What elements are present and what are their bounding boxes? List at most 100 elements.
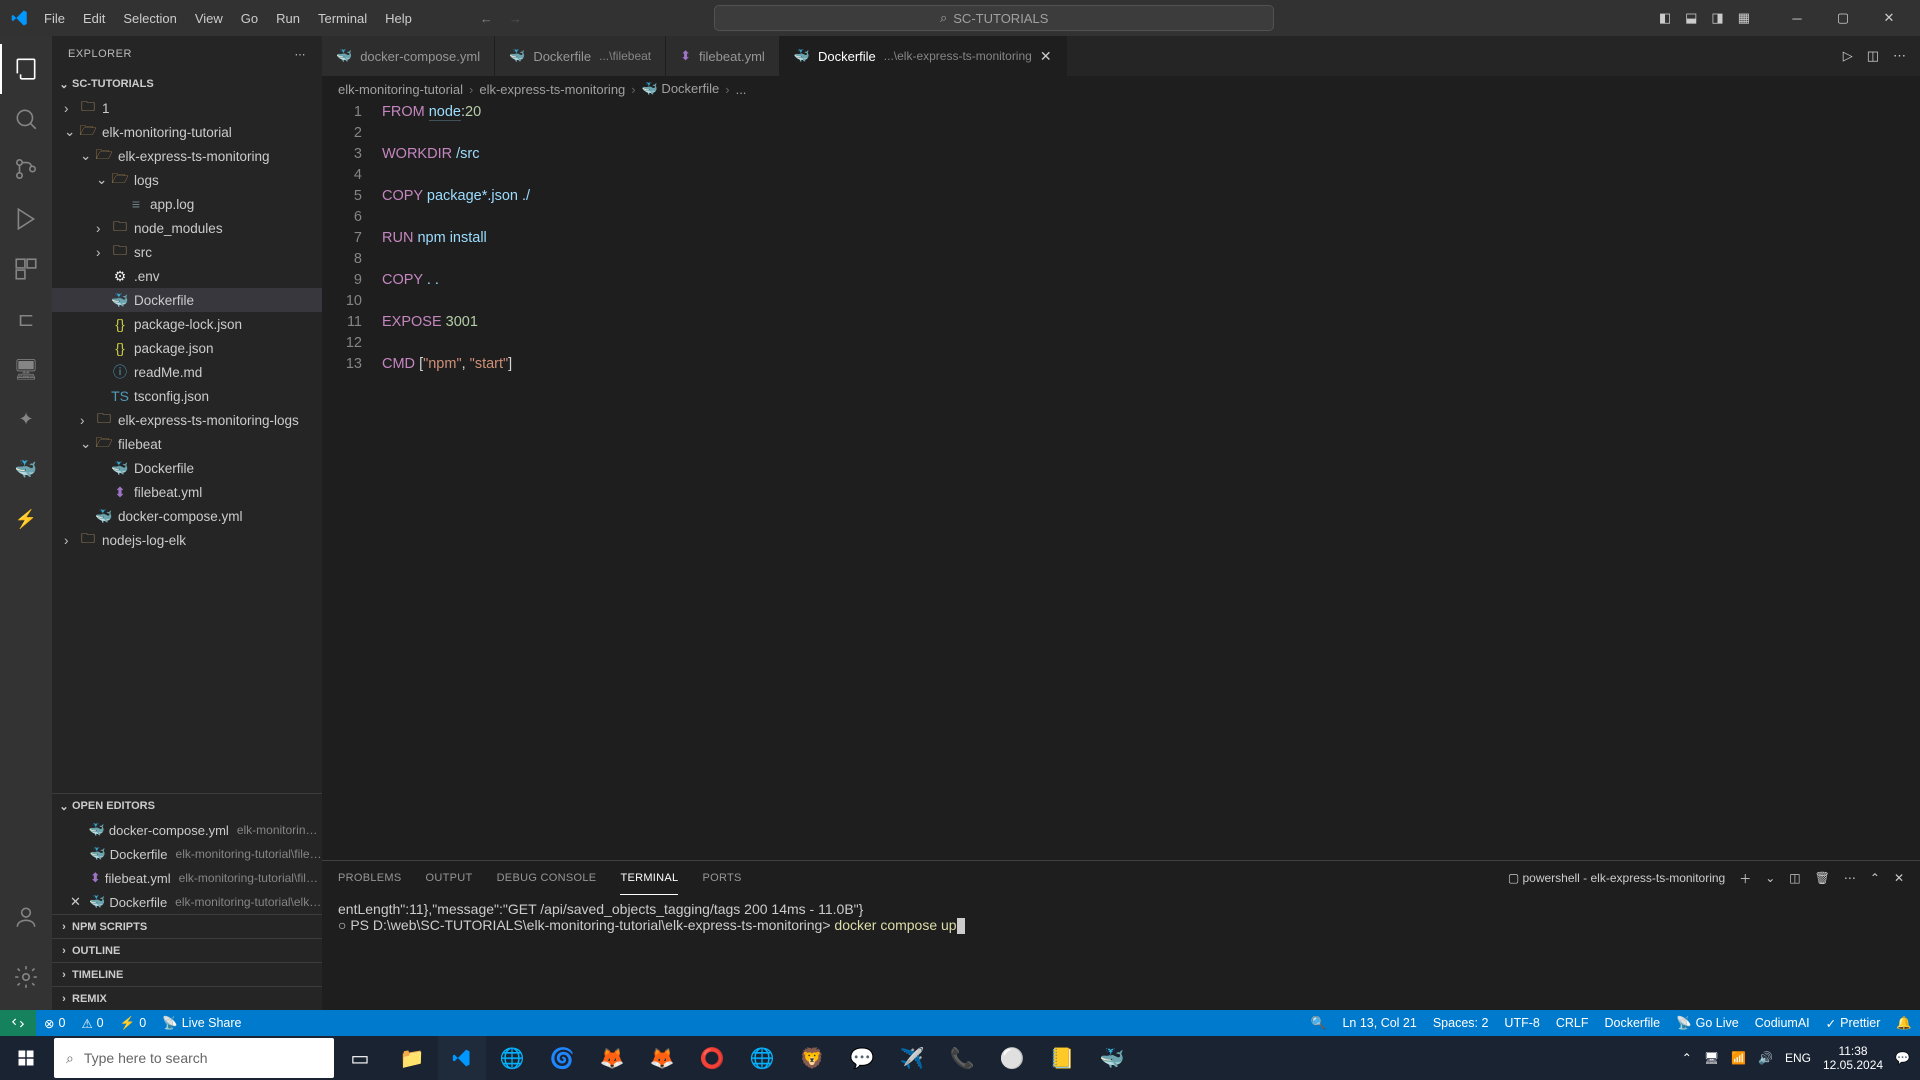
tray-wifi-icon[interactable]: 📶 [1731, 1051, 1746, 1065]
editor-tab[interactable]: ⬍filebeat.yml [666, 36, 780, 76]
status-item[interactable]: Dockerfile [1597, 1010, 1669, 1036]
opera-icon[interactable]: ⭕ [688, 1036, 736, 1080]
split-icon[interactable]: ◫ [1867, 48, 1879, 64]
chrome-icon[interactable]: 🌐 [488, 1036, 536, 1080]
start-button[interactable] [0, 1036, 52, 1080]
status-item[interactable]: CRLF [1548, 1010, 1597, 1036]
activity-docker-icon[interactable]: 🐳 [0, 444, 52, 494]
tree-item[interactable]: ≡app.log [52, 192, 322, 216]
tree-item[interactable]: ›🗀nodejs-log-elk [52, 528, 322, 552]
open-editor-item[interactable]: ✕🐳Dockerfileelk-monitoring-tutorial\elk-… [52, 890, 322, 914]
tray-volume-icon[interactable]: 🔊 [1758, 1051, 1773, 1065]
file-explorer-icon[interactable]: 📁 [388, 1036, 436, 1080]
tree-item[interactable]: 🐳docker-compose.yml [52, 504, 322, 528]
close-icon[interactable]: ✕ [1040, 48, 1052, 65]
tree-item[interactable]: ⌄🗁filebeat [52, 432, 322, 456]
tree-item[interactable]: ⌄🗁logs [52, 168, 322, 192]
edge-icon[interactable]: 🌀 [538, 1036, 586, 1080]
status-item[interactable]: CodiumAI [1747, 1010, 1818, 1036]
activity-sparkle-icon[interactable]: ✦ [0, 394, 52, 444]
tree-item[interactable]: ⚙.env [52, 264, 322, 288]
status-item[interactable]: Ln 13, Col 21 [1334, 1010, 1424, 1036]
tree-item[interactable]: ›🗀node_modules [52, 216, 322, 240]
brave-icon[interactable]: 🦁 [788, 1036, 836, 1080]
activity-settings[interactable] [0, 952, 52, 1002]
notifications-icon[interactable]: 💬 [1895, 1051, 1910, 1065]
menu-item-selection[interactable]: Selection [115, 7, 184, 30]
task-view-icon[interactable]: ▭ [336, 1036, 384, 1080]
status-item[interactable]: Spaces: 2 [1425, 1010, 1497, 1036]
command-center[interactable]: ⌕ SC-TUTORIALS [714, 5, 1274, 31]
vscode-taskbar-icon[interactable] [438, 1036, 486, 1080]
tree-item[interactable]: {}package.json [52, 336, 322, 360]
layout-customize-icon[interactable]: ▦ [1738, 10, 1750, 26]
status-item[interactable]: ⚡0 [112, 1010, 155, 1036]
status-item[interactable]: 📡Go Live [1668, 1010, 1747, 1036]
new-terminal-icon[interactable]: ＋ [1739, 870, 1751, 887]
panel-tab-output[interactable]: OUTPUT [426, 861, 473, 895]
kill-terminal-icon[interactable]: 🗑 [1815, 871, 1830, 885]
tree-item[interactable]: ›🗀src [52, 240, 322, 264]
close-button[interactable]: ✕ [1866, 0, 1912, 36]
open-editor-item[interactable]: ⬍filebeat.ymlelk-monitoring-tutorial\fil… [52, 866, 322, 890]
breadcrumb-item[interactable]: ... [736, 82, 747, 97]
telegram-icon[interactable]: ✈️ [888, 1036, 936, 1080]
tray-chevron-icon[interactable]: ⌃ [1682, 1051, 1692, 1065]
tree-item[interactable]: ⓘreadMe.md [52, 360, 322, 384]
menu-item-go[interactable]: Go [233, 7, 266, 30]
section-npm-scripts[interactable]: ›NPM SCRIPTS [52, 914, 322, 938]
menu-item-help[interactable]: Help [377, 7, 420, 30]
status-item[interactable]: UTF-8 [1496, 1010, 1547, 1036]
tree-item[interactable]: ›🗀1 [52, 96, 322, 120]
taskbar-clock[interactable]: 11:38 12.05.2024 [1823, 1044, 1883, 1073]
more-icon[interactable]: ⋯ [1893, 48, 1906, 64]
section-remix[interactable]: ›REMIX [52, 986, 322, 1010]
activity-remote-icon[interactable]: 🖥 [0, 344, 52, 394]
activity-explorer[interactable] [0, 44, 52, 94]
tray-monitor-icon[interactable]: 🖥 [1704, 1051, 1719, 1065]
status-item[interactable]: ⚠0 [73, 1010, 111, 1036]
run-icon[interactable]: ▷ [1843, 48, 1853, 64]
section-outline[interactable]: ›OUTLINE [52, 938, 322, 962]
layout-left-icon[interactable]: ◧ [1659, 10, 1671, 26]
nav-back-icon[interactable]: ← [480, 11, 493, 26]
terminal-body[interactable]: entLength":11},"message":"GET /api/saved… [322, 895, 1920, 1010]
tree-item[interactable]: ›🗀elk-express-ts-monitoring-logs [52, 408, 322, 432]
remote-indicator[interactable] [0, 1010, 36, 1036]
layout-right-icon[interactable]: ◨ [1711, 10, 1723, 26]
panel-tab-debug-console[interactable]: DEBUG CONSOLE [497, 861, 597, 895]
minimize-button[interactable]: ─ [1774, 0, 1820, 36]
docker-desktop-icon[interactable]: 🐳 [1088, 1036, 1136, 1080]
tree-item[interactable]: 🐳Dockerfile [52, 456, 322, 480]
panel-tab-problems[interactable]: PROBLEMS [338, 861, 402, 895]
nav-forward-icon[interactable]: → [509, 11, 522, 26]
breadcrumb-item[interactable]: elk-monitoring-tutorial [338, 82, 463, 97]
status-item[interactable]: ✓Prettier [1818, 1010, 1889, 1036]
taskbar-search[interactable]: ⌕ Type here to search [54, 1038, 334, 1078]
notes-icon[interactable]: 📒 [1038, 1036, 1086, 1080]
status-item[interactable]: ⊗0 [36, 1010, 73, 1036]
terminal-selector[interactable]: ▢ powershell - elk-express-ts-monitoring [1508, 871, 1725, 885]
breadcrumb-item[interactable]: 🐳 Dockerfile [642, 81, 720, 97]
editor-tab[interactable]: 🐳Dockerfile...\elk-express-ts-monitoring… [780, 36, 1067, 76]
system-tray[interactable]: ⌃ 🖥 📶 🔊 ENG 11:38 12.05.2024 💬 [1672, 1044, 1920, 1073]
split-terminal-icon[interactable]: ◫ [1789, 871, 1800, 885]
whatsapp-icon[interactable]: 💬 [838, 1036, 886, 1080]
open-editor-item[interactable]: 🐳Dockerfileelk-monitoring-tutorial\fileb… [52, 842, 322, 866]
menu-item-terminal[interactable]: Terminal [310, 7, 375, 30]
menu-item-run[interactable]: Run [268, 7, 308, 30]
code-body[interactable]: FROM node:20WORKDIR /srcCOPY package*.js… [382, 102, 1920, 860]
layout-bottom-icon[interactable]: ⬓ [1685, 10, 1697, 26]
tree-item[interactable]: TStsconfig.json [52, 384, 322, 408]
status-item[interactable]: 📡Live Share [154, 1010, 249, 1036]
menu-item-file[interactable]: File [36, 7, 73, 30]
terminal-dropdown-icon[interactable]: ⌄ [1765, 871, 1775, 885]
breadcrumb-item[interactable]: elk-express-ts-monitoring [479, 82, 625, 97]
app-icon[interactable]: ⚪ [988, 1036, 1036, 1080]
activity-extensions[interactable] [0, 244, 52, 294]
editor-tab[interactable]: 🐳Dockerfile...\filebeat [495, 36, 666, 76]
tree-item[interactable]: {}package-lock.json [52, 312, 322, 336]
more-icon[interactable]: ⋯ [295, 48, 307, 61]
activity-thunder-icon[interactable]: ⚡ [0, 494, 52, 544]
close-icon[interactable]: ✕ [70, 894, 85, 910]
